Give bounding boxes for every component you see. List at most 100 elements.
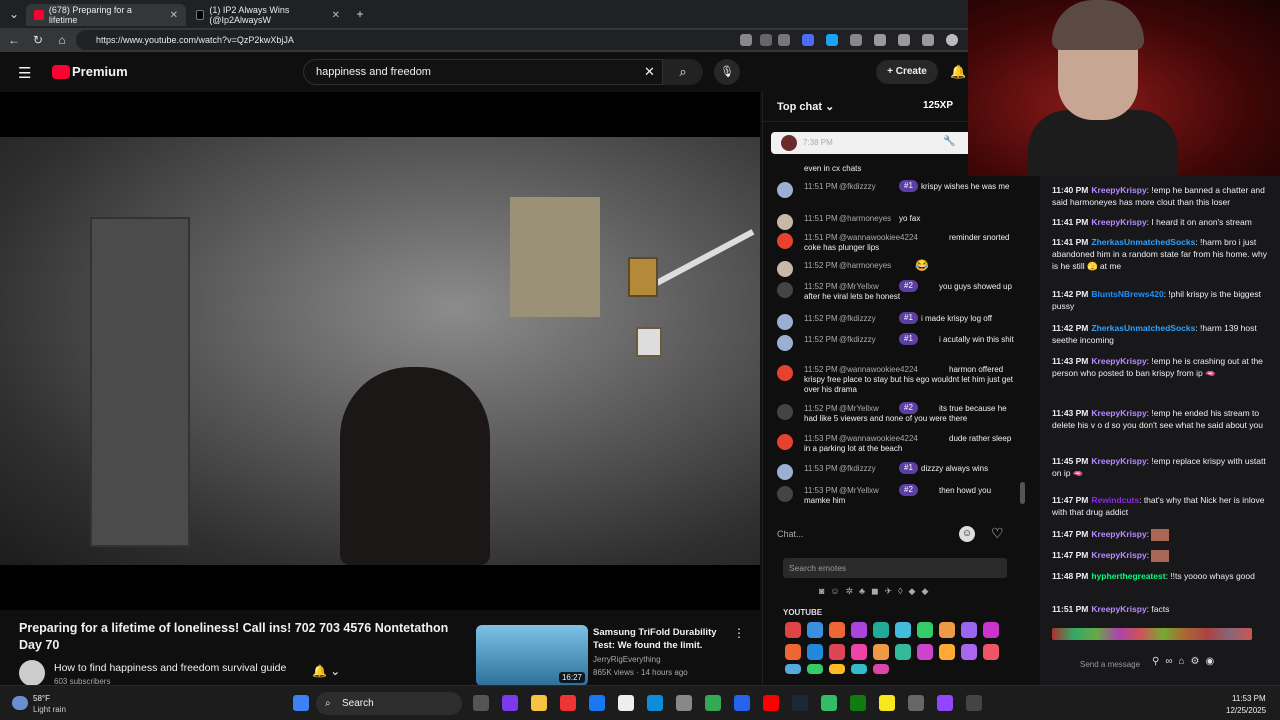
extension-icon[interactable] — [874, 34, 886, 46]
chat-author[interactable]: @harmoneyes — [839, 261, 891, 271]
username[interactable]: ZherkasUnmatchedSocks — [1091, 237, 1195, 247]
username[interactable]: KreepyKrispy — [1091, 185, 1146, 195]
emote[interactable] — [785, 644, 801, 660]
emote[interactable] — [807, 664, 823, 674]
emote[interactable] — [785, 664, 801, 674]
weather-temperature[interactable]: 58°F — [33, 694, 50, 703]
emote[interactable] — [939, 644, 955, 660]
search-button[interactable]: ⌕ — [663, 59, 703, 85]
chrome-icon[interactable] — [705, 695, 721, 711]
taskbar-search[interactable]: ⌕ Search — [316, 692, 462, 715]
extension-icon[interactable] — [826, 34, 838, 46]
new-tab-icon[interactable]: + — [352, 6, 368, 22]
emote[interactable] — [807, 644, 823, 660]
emote[interactable] — [851, 622, 867, 638]
channel-avatar[interactable] — [19, 660, 45, 686]
username[interactable]: KreepyKrispy — [1091, 604, 1146, 614]
video-player[interactable] — [0, 92, 760, 610]
chat-author[interactable]: @harmoneyes — [839, 214, 891, 224]
emote[interactable] — [917, 644, 933, 660]
username[interactable]: KreepyKrispy — [1091, 217, 1146, 227]
app-icon[interactable] — [560, 695, 576, 711]
tab-list-chevron-icon[interactable]: ⌄ — [6, 6, 22, 22]
username[interactable]: KreepyKrispy — [1091, 456, 1146, 466]
username[interactable]: KreepyKrispy — [1091, 356, 1146, 366]
profile-avatar-icon[interactable] — [946, 34, 958, 46]
menu-icon[interactable]: ☰ — [18, 64, 31, 82]
xp-badge[interactable]: 125XP — [923, 100, 953, 111]
twitch-chat-controls[interactable]: ⚲∞⌂⚙◉ — [1152, 656, 1220, 667]
app-icon[interactable] — [821, 695, 837, 711]
shield-icon[interactable] — [922, 34, 934, 46]
weather-icon[interactable] — [12, 696, 28, 710]
xbox-icon[interactable] — [850, 695, 866, 711]
wrench-icon[interactable]: 🔧 — [943, 136, 955, 147]
chat-author[interactable]: @fkdizzzy — [839, 464, 876, 474]
emote[interactable] — [829, 664, 845, 674]
emote[interactable] — [829, 644, 845, 660]
emote-bar[interactable] — [1052, 628, 1252, 640]
premium-logo-text[interactable]: Premium — [72, 64, 128, 79]
favorites-icon[interactable] — [898, 34, 910, 46]
clock-date[interactable]: 12/25/2025 — [1226, 706, 1266, 715]
steam-icon[interactable] — [792, 695, 808, 711]
clock-time[interactable]: 11:53 PM — [1232, 694, 1266, 703]
edge-icon[interactable] — [647, 695, 663, 711]
extension-icon[interactable] — [760, 34, 772, 46]
youtube-icon[interactable] — [763, 695, 779, 711]
favorite-star-icon[interactable] — [778, 34, 790, 46]
tab-x[interactable]: (1) IP2 Always Wins (@Ip2AlwaysW ✕ — [188, 4, 348, 26]
url-field[interactable]: https://www.youtube.com/watch?v=QzP2kwXb… — [76, 30, 976, 50]
extension-icon[interactable] — [802, 34, 814, 46]
emote[interactable] — [939, 622, 955, 638]
youtube-logo-icon[interactable] — [52, 65, 70, 79]
reload-icon[interactable]: ↻ — [30, 32, 46, 48]
app-icon[interactable] — [734, 695, 750, 711]
chat-author[interactable]: @fkdizzzy — [839, 182, 876, 192]
emote[interactable] — [983, 644, 999, 660]
amazon-icon[interactable] — [618, 695, 634, 711]
extensions-puzzle-icon[interactable] — [850, 34, 862, 46]
emote[interactable] — [807, 622, 823, 638]
emote[interactable] — [961, 644, 977, 660]
home-icon[interactable]: ⌂ — [54, 32, 70, 48]
twitch-chat-input[interactable]: Send a message — [1052, 654, 1142, 676]
emote-category-tabs[interactable]: ◙☺✲♣◼✈◊◆◆ — [819, 586, 979, 600]
chat-input[interactable]: Chat... — [777, 524, 977, 544]
emote[interactable] — [785, 622, 801, 638]
pinned-message[interactable]: 7:38 PM 🔧 — [771, 132, 971, 154]
calculator-icon[interactable] — [676, 695, 692, 711]
recommended-title[interactable]: Samsung TriFold Durability Test: We foun… — [593, 626, 725, 652]
chat-author[interactable]: @fkdizzzy — [839, 314, 876, 324]
more-actions-icon[interactable]: ⋮ — [733, 626, 745, 640]
username[interactable]: BluntsNBrews420 — [1091, 289, 1163, 299]
copilot-icon[interactable] — [502, 695, 518, 711]
username[interactable]: Rewindcuts — [1091, 495, 1139, 505]
extension-icon[interactable] — [740, 34, 752, 46]
voice-search-button[interactable]: 🎙 — [714, 59, 740, 85]
weather-condition[interactable]: Light rain — [33, 705, 66, 714]
app-icon[interactable] — [966, 695, 982, 711]
username[interactable]: KreepyKrispy — [1091, 550, 1146, 560]
channel-name[interactable]: How to find happiness and freedom surviv… — [54, 662, 286, 674]
github-icon[interactable] — [908, 695, 924, 711]
recommended-channel[interactable]: JerryRigEverything — [593, 655, 661, 664]
notifications-bell-icon[interactable]: 🔔 — [950, 64, 966, 80]
username[interactable]: hypherthegreatest — [1091, 571, 1165, 581]
facebook-icon[interactable] — [589, 695, 605, 711]
emote[interactable] — [961, 622, 977, 638]
emote[interactable] — [851, 644, 867, 660]
emoji-icon[interactable]: ☺ — [959, 526, 975, 542]
username[interactable]: KreepyKrispy — [1091, 529, 1146, 539]
emote[interactable] — [873, 644, 889, 660]
windows-start-icon[interactable] — [293, 695, 309, 711]
emote[interactable] — [873, 664, 889, 674]
video-frame[interactable] — [0, 137, 760, 565]
notes-icon[interactable] — [879, 695, 895, 711]
twitch-icon[interactable] — [937, 695, 953, 711]
emote[interactable] — [851, 664, 867, 674]
task-view-icon[interactable] — [473, 695, 489, 711]
recommended-thumbnail[interactable]: 16:27 — [476, 625, 588, 686]
search-input[interactable]: happiness and freedom — [303, 59, 663, 85]
emote[interactable] — [895, 622, 911, 638]
